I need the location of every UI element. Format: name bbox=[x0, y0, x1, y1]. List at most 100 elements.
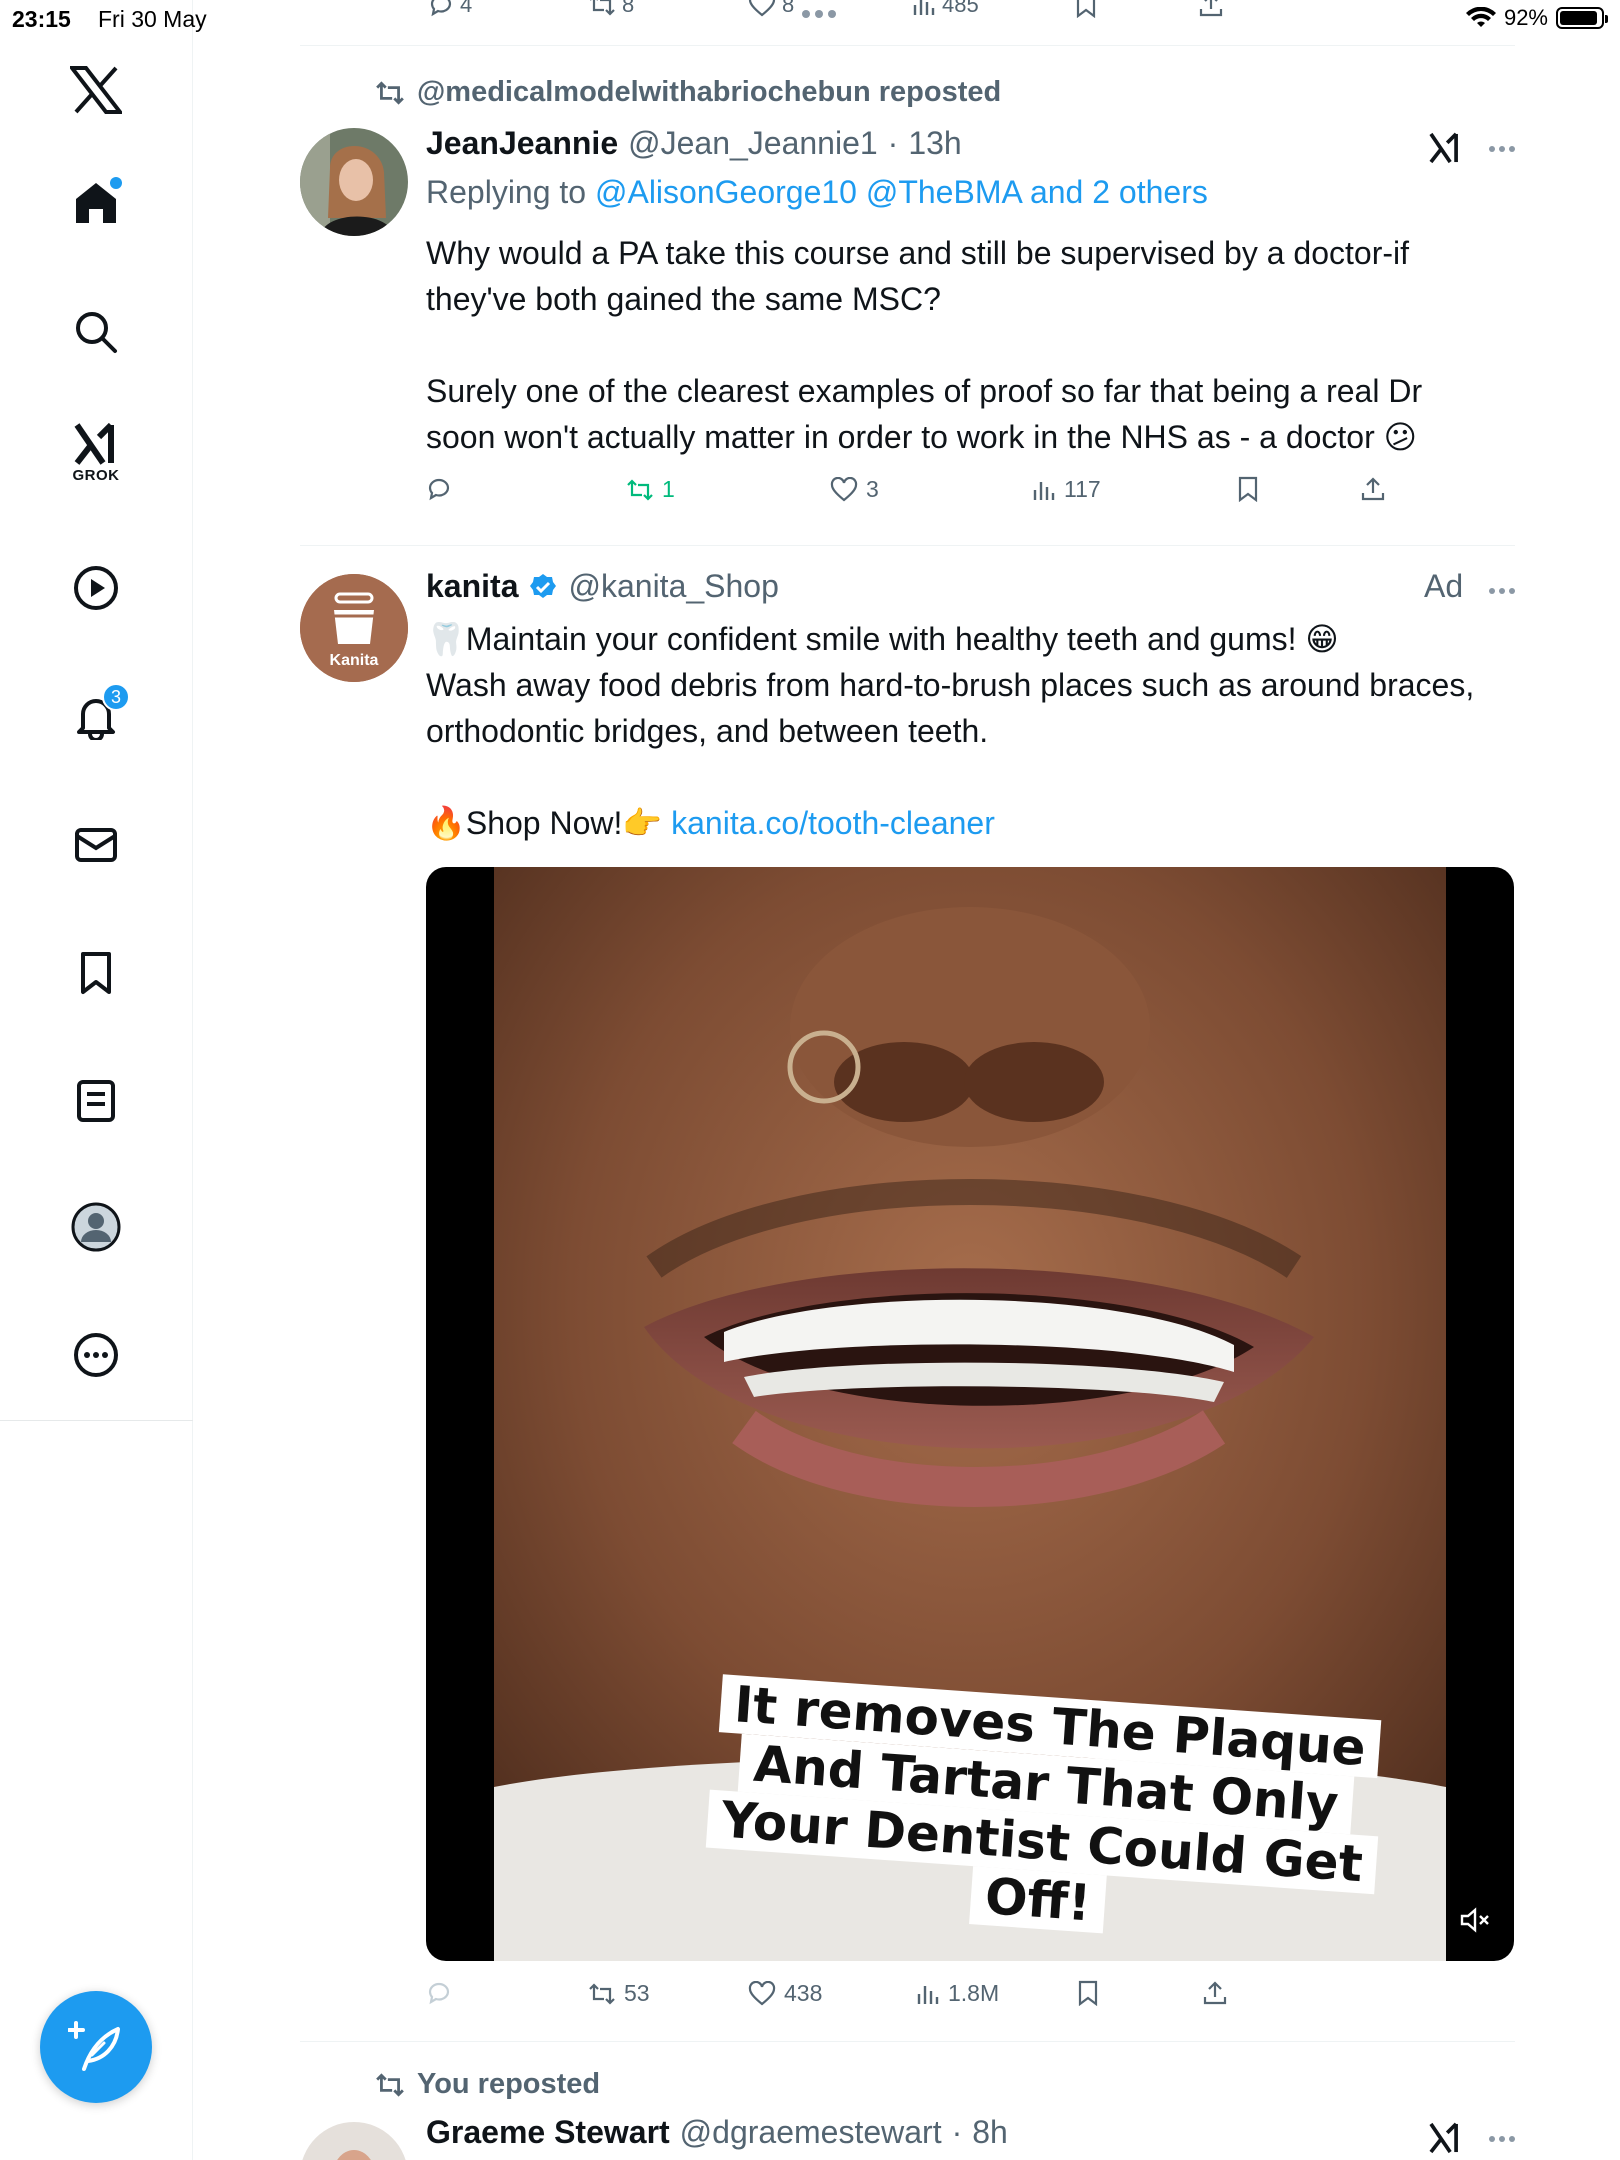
x-logo-icon[interactable] bbox=[56, 50, 136, 130]
reply-button[interactable] bbox=[426, 1980, 452, 2006]
timestamp[interactable]: 8h bbox=[972, 2114, 1008, 2151]
replying-to: Replying to @AlisonGeorge10 @TheBMA and … bbox=[426, 174, 1208, 211]
grok-icon bbox=[74, 422, 114, 465]
reply-icon bbox=[428, 478, 450, 501]
share-button[interactable] bbox=[1202, 1980, 1228, 2006]
like-count: 438 bbox=[784, 1980, 823, 2006]
like-button[interactable]: 3 bbox=[830, 476, 879, 503]
display-name[interactable]: kanita bbox=[426, 568, 518, 605]
mute-icon[interactable] bbox=[1460, 1907, 1490, 1933]
lists-nav[interactable] bbox=[56, 1061, 136, 1141]
share-icon bbox=[1361, 477, 1385, 501]
wifi-icon bbox=[1465, 7, 1496, 27]
bookmark-button[interactable] bbox=[1236, 476, 1260, 502]
repost-context: You reposted bbox=[375, 2068, 600, 2101]
play-icon bbox=[74, 566, 118, 610]
repost-count: 1 bbox=[662, 476, 675, 502]
views-button[interactable]: 117 bbox=[1032, 476, 1101, 503]
sidebar: GROK 3 bbox=[0, 0, 193, 2160]
heart-icon bbox=[748, 1980, 776, 2005]
separator: · bbox=[951, 2114, 963, 2150]
sidebar-divider bbox=[0, 1420, 193, 1421]
views-button[interactable]: 1.8M bbox=[916, 1980, 999, 2007]
more-nav[interactable] bbox=[56, 1315, 136, 1395]
tweet-more-icon[interactable] bbox=[1489, 588, 1515, 594]
battery-percent: 92% bbox=[1503, 5, 1548, 30]
replying-prefix: Replying to bbox=[426, 174, 587, 210]
repost-context-text: You reposted bbox=[417, 2068, 601, 2100]
bookmark-icon bbox=[81, 952, 111, 994]
battery-icon bbox=[1556, 7, 1608, 29]
repost-button[interactable]: 53 bbox=[588, 1980, 650, 2007]
share-icon bbox=[1203, 1981, 1227, 2005]
home-nav[interactable] bbox=[56, 163, 136, 243]
views-icon bbox=[917, 1985, 939, 2004]
profile-avatar-icon bbox=[71, 1202, 121, 1252]
grok-nav[interactable]: GROK bbox=[56, 413, 136, 493]
handle[interactable]: @Jean_Jeannie1 bbox=[628, 125, 878, 162]
tweet-more-icon[interactable] bbox=[1489, 146, 1515, 152]
status-bar: 23:15 Fri 30 May 92% bbox=[0, 0, 1620, 40]
home-unread-dot bbox=[110, 177, 122, 189]
repost-icon bbox=[376, 2072, 404, 2097]
tweet-more-icon[interactable] bbox=[1489, 2136, 1515, 2142]
shop-now-text: 🔥Shop Now!👉 bbox=[426, 805, 663, 841]
repost-context-text: @medicalmodelwithabriochebun reposted bbox=[417, 76, 1002, 108]
grok-explain-icon[interactable] bbox=[1428, 2122, 1462, 2154]
battery-fill bbox=[1560, 11, 1597, 25]
status-right: 92% bbox=[1465, 5, 1608, 31]
ad-video[interactable]: It removes The Plaque And Tartar That On… bbox=[426, 867, 1514, 1961]
status-time: 23:15 bbox=[12, 6, 71, 32]
tweet-actions: 53 438 1.8M bbox=[426, 1980, 1486, 2020]
avatar[interactable] bbox=[300, 128, 408, 236]
avatar-brand-label: Kanita bbox=[329, 652, 379, 669]
avatar[interactable] bbox=[300, 2122, 408, 2160]
profile-nav[interactable] bbox=[56, 1187, 136, 1267]
repost-icon bbox=[589, 1982, 615, 2005]
video-nav[interactable] bbox=[56, 548, 136, 628]
status-date: Fri 30 May bbox=[98, 6, 207, 32]
reply-button[interactable] bbox=[426, 476, 460, 502]
shop-now-line: 🔥Shop Now!👉 kanita.co/tooth-cleaner bbox=[426, 800, 1486, 846]
tweet-paragraph: Why would a PA take this course and stil… bbox=[426, 235, 1409, 317]
display-name[interactable]: Graeme Stewart bbox=[426, 2114, 670, 2151]
repost-count: 53 bbox=[624, 1980, 650, 2006]
like-count: 3 bbox=[866, 476, 879, 502]
tweet-graeme-stewart[interactable]: You reposted Graeme Stewart @dgraemestew… bbox=[300, 2042, 1515, 2160]
handle[interactable]: @dgraemestewart bbox=[680, 2114, 942, 2151]
like-button[interactable]: 438 bbox=[748, 1980, 822, 2007]
bookmarks-nav[interactable] bbox=[56, 933, 136, 1013]
ad-line-2: Wash away food debris from hard-to-brush… bbox=[426, 667, 1475, 749]
tweet-actions: 1 3 117 bbox=[426, 476, 1486, 516]
shop-link[interactable]: kanita.co/tooth-cleaner bbox=[671, 805, 995, 841]
bookmark-button[interactable] bbox=[1076, 1980, 1100, 2006]
repost-button[interactable]: 1 bbox=[626, 476, 675, 503]
more-circle-icon bbox=[74, 1333, 118, 1377]
explore-nav[interactable] bbox=[56, 292, 136, 372]
share-button[interactable] bbox=[1360, 476, 1386, 502]
display-name[interactable]: JeanJeannie bbox=[426, 125, 618, 162]
grok-explain-icon[interactable] bbox=[1428, 132, 1462, 164]
heart-icon bbox=[830, 476, 858, 501]
handle[interactable]: @kanita_Shop bbox=[568, 568, 778, 605]
replying-to-mentions[interactable]: @AlisonGeorge10 @TheBMA and 2 others bbox=[595, 174, 1208, 210]
tweet-header: kanita @kanita_Shop bbox=[426, 568, 779, 605]
ad-label: Ad bbox=[1424, 568, 1464, 604]
verified-badge-icon bbox=[530, 573, 557, 598]
ad-line-1: 🦷Maintain your confident smile with heal… bbox=[426, 621, 1339, 657]
tweet-kanita-ad[interactable]: Kanita kanita @kanita_Shop Ad 🦷Maintain … bbox=[300, 546, 1515, 2041]
messages-nav[interactable] bbox=[56, 805, 136, 885]
repost-icon bbox=[627, 478, 653, 501]
grok-label: GROK bbox=[72, 466, 120, 484]
repost-context: @medicalmodelwithabriochebun reposted bbox=[375, 76, 1001, 109]
reply-icon bbox=[428, 1982, 450, 2005]
views-icon bbox=[1033, 481, 1055, 500]
tweet-header: JeanJeannie @Jean_Jeannie1 · 13h bbox=[426, 125, 962, 162]
tweet-jeanjeannie[interactable]: @medicalmodelwithabriochebun reposted Je… bbox=[300, 46, 1515, 545]
notifications-nav[interactable]: 3 bbox=[56, 677, 136, 757]
bookmark-icon bbox=[1238, 476, 1258, 502]
timestamp[interactable]: 13h bbox=[908, 125, 961, 162]
video-frame[interactable]: It removes The Plaque And Tartar That On… bbox=[494, 867, 1446, 1961]
compose-button[interactable] bbox=[40, 1991, 152, 2103]
notifications-badge: 3 bbox=[102, 683, 130, 711]
